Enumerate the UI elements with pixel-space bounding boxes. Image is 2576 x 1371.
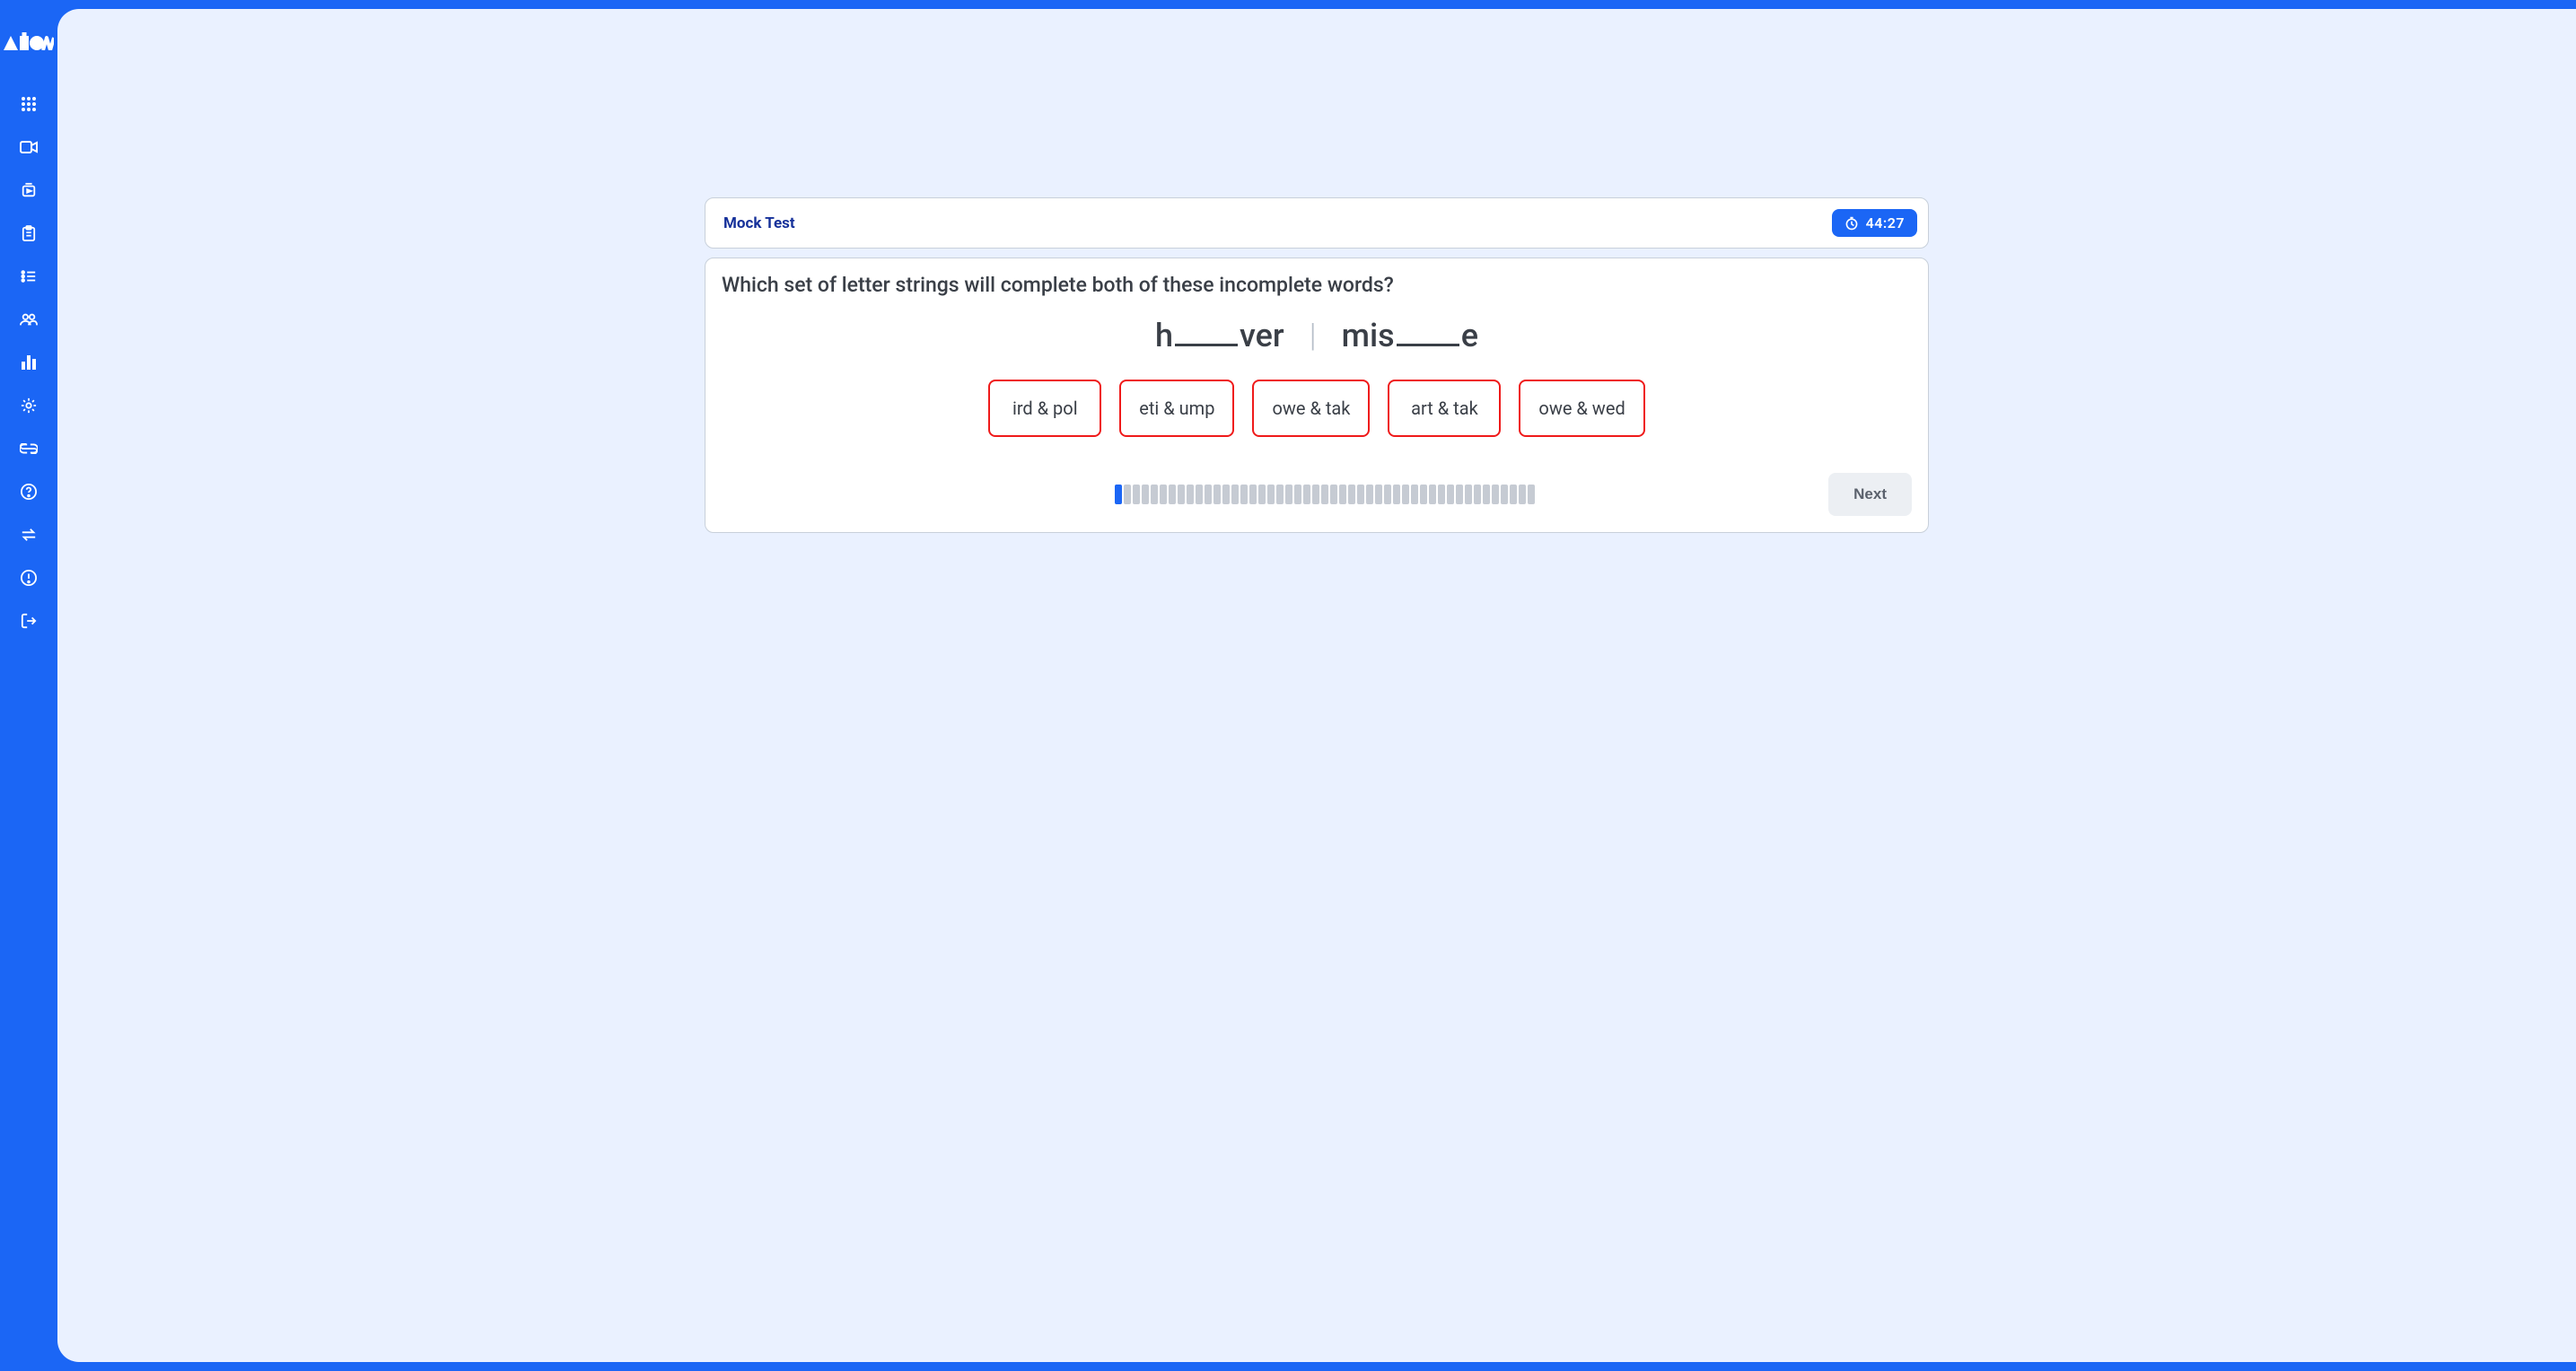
clipboard-icon[interactable] — [20, 224, 38, 242]
blank — [1397, 332, 1459, 346]
next-button[interactable]: Next — [1828, 473, 1912, 516]
option-2[interactable]: eti & ump — [1119, 380, 1234, 437]
progress-segment[interactable] — [1214, 485, 1221, 504]
progress-segment[interactable] — [1187, 485, 1194, 504]
gear-icon[interactable] — [20, 397, 38, 415]
timer: 44:27 — [1832, 209, 1917, 237]
progress-segment[interactable] — [1402, 485, 1409, 504]
play-collection-icon[interactable] — [20, 181, 38, 199]
incomplete-words: hver | mise — [722, 317, 1912, 354]
progress-segment[interactable] — [1276, 485, 1284, 504]
progress-segment[interactable] — [1384, 485, 1391, 504]
progress-segment[interactable] — [1492, 485, 1499, 504]
swap-icon[interactable] — [20, 526, 38, 544]
timer-value: 44:27 — [1866, 214, 1905, 231]
progress-segment[interactable] — [1366, 485, 1373, 504]
progress-segment[interactable] — [1348, 485, 1355, 504]
progress-segment[interactable] — [1438, 485, 1445, 504]
word-divider: | — [1310, 317, 1317, 354]
progress-segment[interactable] — [1285, 485, 1292, 504]
progress-segment[interactable] — [1294, 485, 1301, 504]
progress-segments — [820, 485, 1828, 504]
logout-icon[interactable] — [20, 612, 38, 630]
video-icon[interactable] — [20, 138, 38, 156]
brand-logo — [4, 32, 54, 54]
blank — [1175, 332, 1238, 346]
progress-segment[interactable] — [1160, 485, 1167, 504]
progress-segment[interactable] — [1447, 485, 1454, 504]
progress-segment[interactable] — [1510, 485, 1517, 504]
progress-segment[interactable] — [1501, 485, 1508, 504]
answer-options: ird & pol eti & ump owe & tak art & tak … — [722, 380, 1912, 437]
test-header: Mock Test 44:27 — [705, 197, 1929, 249]
progress-segment[interactable] — [1133, 485, 1140, 504]
progress-segment[interactable] — [1312, 485, 1319, 504]
progress-segment[interactable] — [1178, 485, 1185, 504]
option-5[interactable]: owe & wed — [1519, 380, 1644, 437]
progress-segment[interactable] — [1249, 485, 1257, 504]
main-content: Mock Test 44:27 Which set of letter stri… — [57, 9, 2576, 1362]
alert-icon[interactable] — [20, 569, 38, 587]
progress-segment[interactable] — [1258, 485, 1266, 504]
progress-segment[interactable] — [1519, 485, 1526, 504]
progress-segment[interactable] — [1267, 485, 1275, 504]
progress-segment[interactable] — [1465, 485, 1472, 504]
progress-segment[interactable] — [1528, 485, 1535, 504]
progress-segment[interactable] — [1240, 485, 1248, 504]
test-title: Mock Test — [723, 214, 795, 232]
progress-segment[interactable] — [1357, 485, 1364, 504]
progress-segment[interactable] — [1115, 485, 1122, 504]
progress-segment[interactable] — [1222, 485, 1230, 504]
progress-segment[interactable] — [1303, 485, 1310, 504]
progress-segment[interactable] — [1205, 485, 1212, 504]
option-1[interactable]: ird & pol — [988, 380, 1101, 437]
stopwatch-icon — [1844, 216, 1859, 231]
users-icon[interactable] — [20, 310, 38, 328]
apps-icon[interactable] — [20, 95, 38, 113]
progress-segment[interactable] — [1330, 485, 1337, 504]
progress-segment[interactable] — [1339, 485, 1346, 504]
list-icon[interactable] — [20, 267, 38, 285]
progress-segment[interactable] — [1231, 485, 1239, 504]
progress-segment[interactable] — [1474, 485, 1481, 504]
question-footer: Next — [722, 473, 1912, 516]
option-4[interactable]: art & tak — [1388, 380, 1501, 437]
link-icon[interactable] — [20, 440, 38, 458]
progress-segment[interactable] — [1483, 485, 1490, 504]
progress-segment[interactable] — [1321, 485, 1328, 504]
option-3[interactable]: owe & tak — [1252, 380, 1370, 437]
word-1: hver — [1155, 317, 1284, 354]
progress-segment[interactable] — [1169, 485, 1176, 504]
question-card: Which set of letter strings will complet… — [705, 258, 1929, 533]
progress-segment[interactable] — [1456, 485, 1463, 504]
bar-chart-icon[interactable] — [20, 354, 38, 371]
question-prompt: Which set of letter strings will complet… — [722, 273, 1912, 297]
progress-segment[interactable] — [1420, 485, 1427, 504]
progress-segment[interactable] — [1124, 485, 1131, 504]
progress-segment[interactable] — [1196, 485, 1203, 504]
help-icon[interactable] — [20, 483, 38, 501]
progress-segment[interactable] — [1151, 485, 1158, 504]
progress-segment[interactable] — [1375, 485, 1382, 504]
progress-segment[interactable] — [1142, 485, 1149, 504]
progress-segment[interactable] — [1429, 485, 1436, 504]
word-2: mise — [1342, 317, 1478, 354]
progress-segment[interactable] — [1393, 485, 1400, 504]
sidebar — [0, 0, 57, 1371]
progress-segment[interactable] — [1411, 485, 1418, 504]
